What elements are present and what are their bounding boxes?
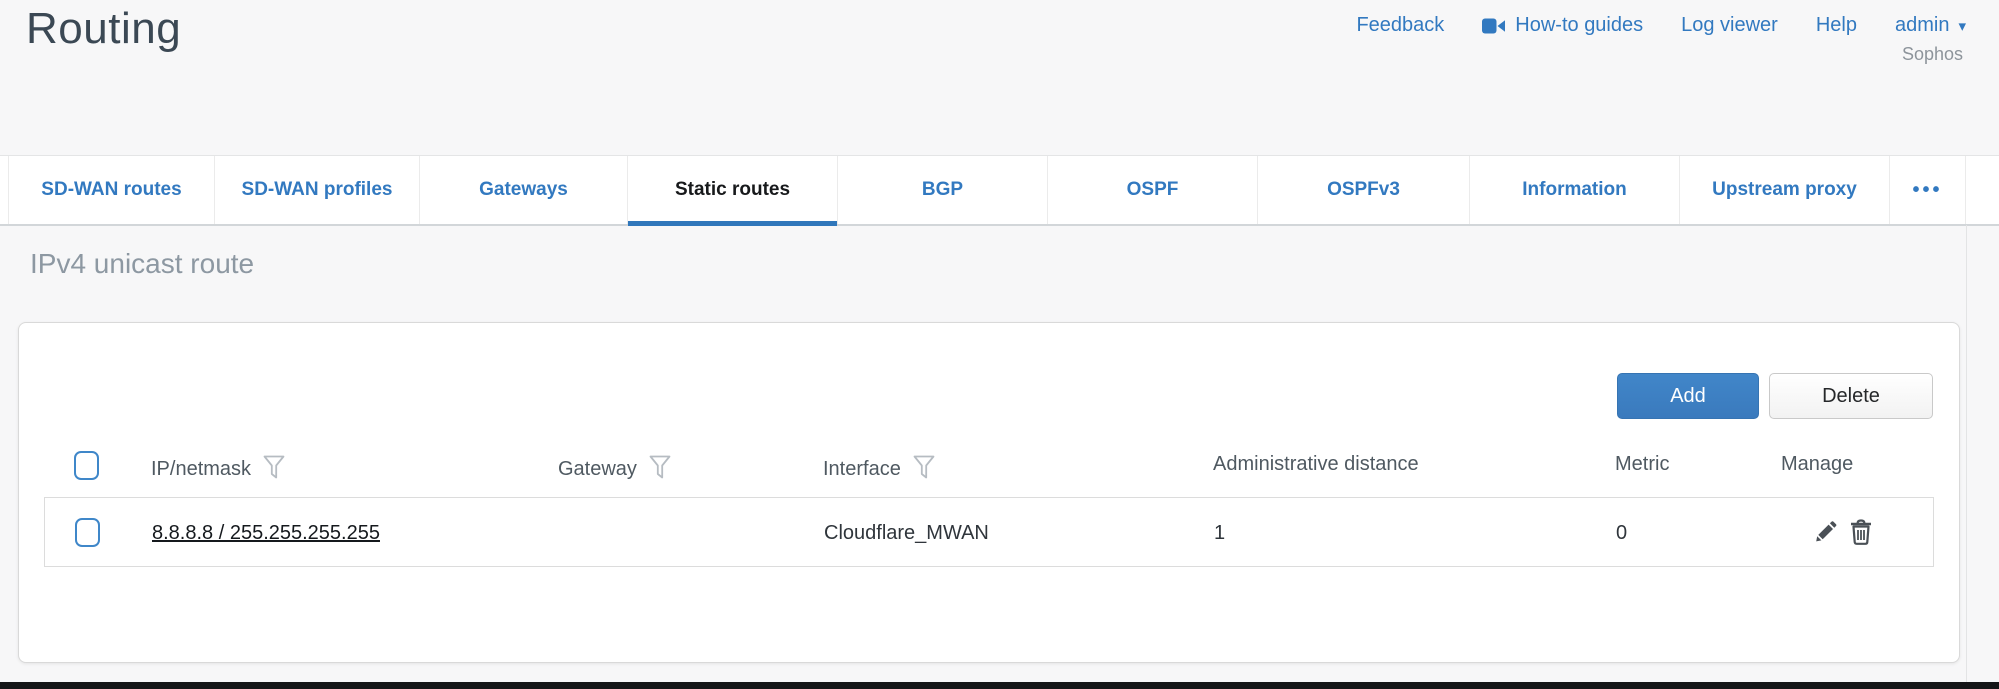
tab-gateways[interactable]: Gateways	[420, 156, 628, 224]
delete-trash-icon[interactable]	[1847, 518, 1875, 546]
column-metric: Metric	[1615, 453, 1669, 476]
delete-button[interactable]: Delete	[1769, 373, 1933, 419]
route-link[interactable]: 8.8.8.8 / 255.255.255.255	[152, 522, 380, 545]
column-admin-distance: Administrative distance	[1213, 453, 1419, 476]
tab-ospfv3[interactable]: OSPFv3	[1258, 156, 1470, 224]
select-all-checkbox[interactable]	[74, 451, 99, 480]
static-routes-card: Add Delete IP/netmask Gateway Interface	[18, 322, 1960, 663]
metric-value: 0	[1616, 522, 1627, 545]
filter-icon[interactable]	[913, 455, 935, 487]
tab-sdwan-routes[interactable]: SD-WAN routes	[8, 156, 215, 224]
scrollbar-gutter	[1966, 225, 1967, 683]
help-link[interactable]: Help	[1816, 14, 1857, 37]
active-tab-underline	[628, 221, 837, 226]
interface-value: Cloudflare_MWAN	[824, 522, 989, 545]
column-gateway: Gateway	[558, 453, 671, 485]
filter-icon[interactable]	[263, 455, 285, 487]
filter-icon[interactable]	[649, 455, 671, 487]
manage-actions	[1811, 518, 1875, 546]
admin-distance-value: 1	[1214, 522, 1225, 545]
brand-label: Sophos	[1902, 44, 1963, 65]
user-name: admin	[1895, 14, 1949, 37]
more-tabs-button[interactable]: •••	[1890, 156, 1966, 224]
bottom-bar	[0, 682, 1999, 689]
tab-ospf[interactable]: OSPF	[1048, 156, 1258, 224]
tab-bgp[interactable]: BGP	[838, 156, 1048, 224]
tab-sdwan-profiles[interactable]: SD-WAN profiles	[215, 156, 420, 224]
howto-guides-link[interactable]: How-to guides	[1482, 14, 1643, 37]
log-viewer-link[interactable]: Log viewer	[1681, 14, 1778, 37]
edit-pencil-icon[interactable]	[1811, 518, 1839, 546]
routing-page: Routing Feedback How-to guides Log viewe…	[0, 0, 1999, 689]
header-links: Feedback How-to guides Log viewer Help a…	[1356, 14, 1966, 37]
tab-upstream-proxy[interactable]: Upstream proxy	[1680, 156, 1890, 224]
chevron-down-icon: ▾	[1958, 19, 1966, 34]
howto-guides-label: How-to guides	[1515, 14, 1643, 37]
video-camera-icon	[1482, 17, 1506, 35]
table-row: 8.8.8.8 / 255.255.255.255 Cloudflare_MWA…	[44, 497, 1934, 567]
column-manage: Manage	[1781, 453, 1853, 476]
column-ip-netmask: IP/netmask	[151, 453, 285, 485]
feedback-link[interactable]: Feedback	[1356, 14, 1444, 37]
tab-bar: SD-WAN routes SD-WAN profiles Gateways S…	[0, 155, 1999, 226]
table-header: IP/netmask Gateway Interface Administrat…	[19, 439, 1959, 491]
section-title: IPv4 unicast route	[30, 248, 254, 280]
user-menu[interactable]: admin ▾	[1895, 14, 1966, 37]
row-checkbox[interactable]	[75, 518, 100, 547]
tab-static-routes[interactable]: Static routes	[628, 156, 838, 224]
tab-information[interactable]: Information	[1470, 156, 1680, 224]
page-title: Routing	[26, 4, 181, 54]
column-interface: Interface	[823, 453, 935, 485]
add-button[interactable]: Add	[1617, 373, 1759, 419]
ellipsis-icon: •••	[1912, 179, 1942, 202]
